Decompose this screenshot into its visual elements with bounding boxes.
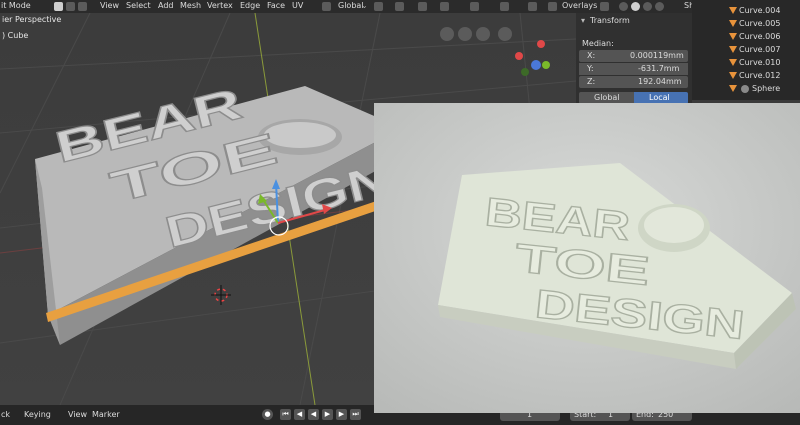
jump-end-icon[interactable]: ⏭: [350, 409, 361, 420]
zoom-icon: [498, 27, 512, 41]
printed-model-photo: BEAR TOE DESIGN: [374, 103, 800, 413]
curve-icon: [729, 7, 737, 14]
wireframe-shading-icon[interactable]: [619, 2, 628, 11]
orientation-icon: [322, 2, 331, 11]
menu-vertex[interactable]: Vertex: [207, 1, 233, 10]
panel-title: Transform: [590, 16, 630, 25]
outliner-item-label: Curve.010: [739, 58, 781, 67]
viewport-header: it Mode View Select Add Mesh Vertex Edge…: [0, 0, 720, 13]
edge-select-icon[interactable]: [66, 2, 75, 11]
mesh-icon: [729, 85, 737, 92]
menu-face[interactable]: Face: [267, 1, 285, 10]
median-x-field[interactable]: X: 0.000119mm: [579, 50, 688, 62]
outliner-item-label: Curve.006: [739, 32, 781, 41]
median-y-field[interactable]: Y: -631.7mm: [579, 63, 688, 75]
material-shading-icon[interactable]: [643, 2, 652, 11]
sphere-icon: [741, 85, 749, 93]
face-select-icon[interactable]: [78, 2, 87, 11]
median-z-field[interactable]: Z: 192.04mm: [579, 76, 688, 88]
play-icon[interactable]: ▶: [322, 409, 333, 420]
curve-icon: [729, 72, 737, 79]
keying-menu[interactable]: Keying: [24, 410, 51, 419]
local-label: Local: [649, 93, 670, 102]
photo-illustration: BEAR TOE DESIGN: [374, 103, 800, 413]
solid-shading-icon[interactable]: [631, 2, 640, 11]
perspective-label: ier Perspective: [2, 15, 62, 24]
menu-mesh[interactable]: Mesh: [180, 1, 201, 10]
visibility-icon[interactable]: [470, 2, 479, 11]
x-value: 0.000119mm: [630, 51, 684, 60]
marker-menu[interactable]: Marker: [92, 410, 120, 419]
collapse-arrow-icon[interactable]: ▾: [581, 16, 585, 25]
outliner-item[interactable]: Curve.012: [692, 69, 800, 82]
global-label: Global: [594, 93, 620, 102]
jump-start-icon[interactable]: ⏮: [280, 409, 291, 420]
transform-panel: ▾ Transform Median: X: 0.000119mm Y: -63…: [576, 13, 692, 105]
outliner-item-label: Curve.012: [739, 71, 781, 80]
pivot-icon[interactable]: [374, 2, 383, 11]
menu-view[interactable]: View: [100, 1, 119, 10]
vertex-select-icon[interactable]: [54, 2, 63, 11]
hand-pan-icon: [476, 27, 490, 41]
menu-uv[interactable]: UV: [292, 1, 303, 10]
orientation-dropdown[interactable]: Global: [338, 1, 364, 10]
increment-icon[interactable]: [440, 2, 449, 11]
gizmo-icon[interactable]: [500, 2, 509, 11]
outliner-item-label: Sphere: [752, 84, 781, 93]
outliner-item[interactable]: Curve.005: [692, 17, 800, 30]
transform-gizmo-icon[interactable]: [528, 2, 537, 11]
curve-icon: [729, 46, 737, 53]
camera-icon: [440, 27, 454, 41]
z-value: 192.04mm: [638, 77, 682, 86]
curve-icon: [729, 59, 737, 66]
rendered-shading-icon[interactable]: [655, 2, 664, 11]
object-label: ) Cube: [2, 31, 29, 40]
snap-icon[interactable]: [395, 2, 404, 11]
y-value: -631.7mm: [638, 64, 680, 73]
menu-edge[interactable]: Edge: [240, 1, 260, 10]
overlays-dropdown[interactable]: Overlays: [562, 1, 597, 10]
menu-select[interactable]: Select: [126, 1, 151, 10]
outliner-item[interactable]: Curve.006: [692, 30, 800, 43]
next-key-icon[interactable]: ▶: [336, 409, 347, 420]
prev-key-icon[interactable]: ◀: [294, 409, 305, 420]
proportional-edit-icon[interactable]: [418, 2, 427, 11]
xray-icon[interactable]: [600, 2, 609, 11]
view-menu[interactable]: View: [68, 410, 87, 419]
outliner-item[interactable]: Curve.007: [692, 43, 800, 56]
menu-add[interactable]: Add: [158, 1, 174, 10]
outliner: Curve.004 Curve.005 Curve.006 Curve.007 …: [692, 0, 800, 100]
x-label: X:: [587, 51, 596, 60]
mode-selector[interactable]: it Mode: [1, 1, 31, 10]
playback-menu[interactable]: ck: [1, 410, 10, 419]
outliner-item[interactable]: Curve.010: [692, 56, 800, 69]
curve-icon: [729, 33, 737, 40]
y-label: Y:: [587, 64, 594, 73]
chevron-down-icon: ⌄: [361, 1, 368, 10]
video-camera-icon: [458, 27, 472, 41]
outliner-item[interactable]: Curve.004: [692, 4, 800, 17]
play-reverse-icon[interactable]: ◀: [308, 409, 319, 420]
curve-icon: [729, 20, 737, 27]
median-label: Median:: [582, 39, 614, 48]
z-label: Z:: [587, 77, 596, 86]
overlays-icon[interactable]: [548, 2, 557, 11]
outliner-item-label: Curve.004: [739, 6, 781, 15]
record-icon[interactable]: ●: [262, 409, 273, 420]
outliner-item-label: Curve.005: [739, 19, 781, 28]
outliner-item-label: Curve.007: [739, 45, 781, 54]
